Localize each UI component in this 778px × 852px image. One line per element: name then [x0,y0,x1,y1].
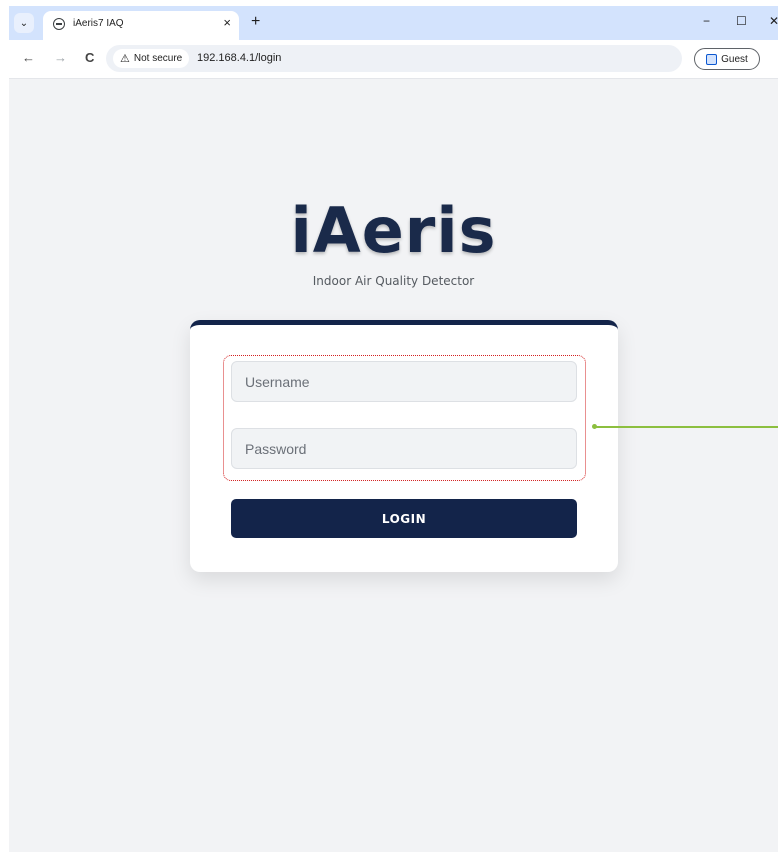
globe-icon [53,18,65,30]
forward-button[interactable]: → [54,51,67,65]
password-input[interactable] [231,428,577,469]
tab-search-chevron-icon[interactable]: ⌄ [14,13,34,33]
new-tab-button[interactable]: + [251,13,260,31]
brand-logo: iAeris [290,194,497,267]
maximize-button[interactable]: ☐ [736,14,747,28]
address-bar[interactable]: ⚠ Not secure 192.168.4.1/login [106,45,682,72]
annotation-connector-line [595,426,778,428]
security-chip[interactable]: ⚠ Not secure [113,49,190,68]
page-content: iAeris Indoor Air Quality Detector LOGIN [9,79,778,852]
page-subtitle: Indoor Air Quality Detector [312,274,475,288]
browser-menu-icon[interactable]: ⋮ [772,50,778,64]
tab-strip: ⌄ iAeris7 IAQ × + − ☐ ✕ [9,6,778,40]
url-text[interactable]: 192.168.4.1/login [197,52,281,64]
back-button[interactable]: ← [22,51,35,65]
login-card: LOGIN [190,320,618,572]
login-button[interactable]: LOGIN [231,499,577,538]
browser-toolbar: ← → C ⚠ Not secure 192.168.4.1/login Gue… [9,40,778,79]
tab-title: iAeris7 IAQ [73,18,124,29]
close-window-button[interactable]: ✕ [769,14,778,28]
profile-label: Guest [721,53,748,65]
profile-button[interactable]: Guest [694,48,760,70]
browser-window: ⌄ iAeris7 IAQ × + − ☐ ✕ ← → C ⚠ Not secu… [9,6,778,852]
security-chip-label: Not secure [133,53,183,64]
profile-icon [706,53,718,65]
reload-button[interactable]: C [85,51,94,65]
username-input[interactable] [231,361,577,402]
tab-close-icon[interactable]: × [223,15,231,31]
tab-active[interactable]: iAeris7 IAQ × [43,11,239,40]
minimize-button[interactable]: − [703,14,710,28]
warning-icon: ⚠ [120,53,130,65]
